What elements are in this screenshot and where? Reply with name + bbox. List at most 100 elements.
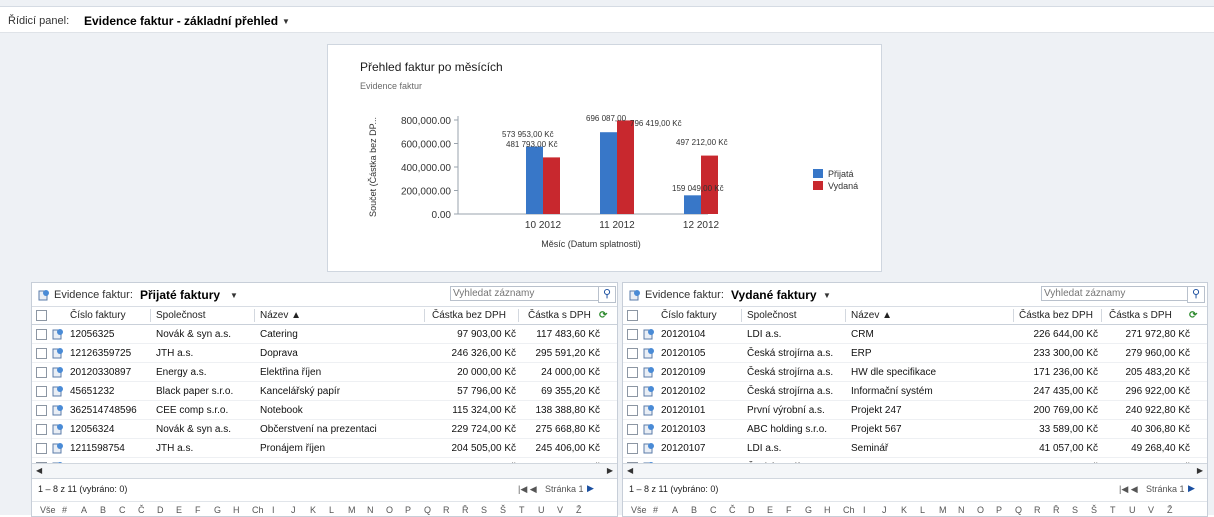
record-icon[interactable] bbox=[643, 328, 655, 340]
col-name[interactable]: Název ▲ bbox=[260, 310, 301, 321]
record-icon[interactable] bbox=[52, 347, 64, 359]
scroll-right-icon[interactable]: ▶ bbox=[1197, 466, 1203, 475]
row-checkbox[interactable] bbox=[627, 405, 638, 416]
table-row[interactable]: 20120330897 Energy a.s. Elektřina říjen 20 … bbox=[32, 363, 617, 382]
select-all-checkbox[interactable] bbox=[627, 310, 638, 321]
scroll-left-icon[interactable]: ◀ bbox=[36, 466, 42, 475]
alpha-filter-item[interactable]: Q bbox=[1015, 505, 1022, 515]
search-icon[interactable]: ⚲ bbox=[598, 286, 616, 303]
table-row[interactable]: 20120101 První výrobní a.s. Projekt 247 200… bbox=[623, 401, 1207, 420]
chevron-down-icon[interactable]: ▼ bbox=[230, 291, 238, 300]
view-name[interactable]: Přijaté faktury bbox=[140, 288, 220, 302]
table-row[interactable]: 20120103 ABC holding s.r.o. Projekt 567 33 … bbox=[623, 420, 1207, 439]
alpha-filter-item[interactable]: Ž bbox=[576, 505, 582, 515]
record-icon[interactable] bbox=[643, 366, 655, 378]
table-row[interactable]: 12056324 Novák & syn a.s. Občerstvení na p… bbox=[32, 420, 617, 439]
table-row[interactable]: 20120104 LDI a.s. CRM 226 644,00 Kč 271 972,… bbox=[623, 325, 1207, 344]
alpha-filter-item[interactable]: P bbox=[405, 505, 411, 515]
alpha-filter-item[interactable]: Ch bbox=[252, 505, 264, 515]
row-checkbox[interactable] bbox=[36, 443, 47, 454]
alpha-filter-item[interactable]: O bbox=[386, 505, 393, 515]
alpha-filter-item[interactable]: G bbox=[805, 505, 812, 515]
alpha-filter-item[interactable]: S bbox=[481, 505, 487, 515]
alpha-filter-item[interactable]: Ř bbox=[1053, 505, 1060, 515]
scroll-right-icon[interactable]: ▶ bbox=[607, 466, 613, 475]
search-icon[interactable]: ⚲ bbox=[1187, 286, 1205, 303]
chevron-down-icon[interactable]: ▼ bbox=[282, 17, 290, 26]
col-amount-gross[interactable]: Částka s DPH bbox=[528, 310, 591, 321]
alpha-filter-item[interactable]: D bbox=[157, 505, 164, 515]
alpha-filter-item[interactable]: V bbox=[557, 505, 563, 515]
row-checkbox[interactable] bbox=[627, 386, 638, 397]
record-icon[interactable] bbox=[52, 385, 64, 397]
record-icon[interactable] bbox=[643, 423, 655, 435]
alpha-filter-item[interactable]: Š bbox=[500, 505, 506, 515]
alpha-filter-item[interactable]: K bbox=[901, 505, 907, 515]
alpha-filter-item[interactable]: P bbox=[996, 505, 1002, 515]
alpha-filter-item[interactable]: I bbox=[863, 505, 866, 515]
alpha-filter-item[interactable]: F bbox=[195, 505, 201, 515]
record-icon[interactable] bbox=[52, 442, 64, 454]
view-name[interactable]: Vydané faktury bbox=[731, 288, 817, 302]
alpha-filter-item[interactable]: Š bbox=[1091, 505, 1097, 515]
alpha-filter-item[interactable]: C bbox=[710, 505, 717, 515]
table-row[interactable]: 12056325 Novák & syn a.s. Catering 97 903,0… bbox=[32, 325, 617, 344]
table-row[interactable]: 12126359725 JTH a.s. Doprava 246 326,00 Kč 2… bbox=[32, 344, 617, 363]
col-invoice-number[interactable]: Číslo faktury bbox=[661, 310, 717, 321]
record-icon[interactable] bbox=[52, 404, 64, 416]
alpha-filter-item[interactable]: Č bbox=[138, 505, 145, 515]
col-invoice-number[interactable]: Číslo faktury bbox=[70, 310, 126, 321]
alpha-filter-item[interactable]: R bbox=[1034, 505, 1041, 515]
row-checkbox[interactable] bbox=[627, 329, 638, 340]
alpha-filter-item[interactable]: E bbox=[767, 505, 773, 515]
refresh-icon[interactable]: ⟳ bbox=[599, 310, 607, 321]
table-row[interactable]: 20120102 Česká strojírna a.s. Informační s… bbox=[623, 382, 1207, 401]
alpha-filter-item[interactable]: L bbox=[329, 505, 334, 515]
horizontal-scrollbar[interactable]: ◀ ▶ bbox=[32, 463, 617, 479]
row-checkbox[interactable] bbox=[627, 367, 638, 378]
horizontal-scrollbar[interactable]: ◀ ▶ bbox=[623, 463, 1207, 479]
select-all-checkbox[interactable] bbox=[36, 310, 47, 321]
row-checkbox[interactable] bbox=[627, 424, 638, 435]
row-checkbox[interactable] bbox=[36, 386, 47, 397]
alpha-filter-item[interactable]: # bbox=[62, 505, 67, 515]
dashboard-title[interactable]: Evidence faktur - základní přehled bbox=[84, 14, 278, 28]
table-row[interactable]: 362514748596 CEE comp s.r.o. Notebook 115 3… bbox=[32, 401, 617, 420]
next-page-icon[interactable]: ▶ bbox=[1188, 483, 1195, 494]
record-icon[interactable] bbox=[52, 423, 64, 435]
col-company[interactable]: Společnost bbox=[156, 310, 205, 321]
alpha-filter-item[interactable]: K bbox=[310, 505, 316, 515]
alpha-filter-item[interactable]: R bbox=[443, 505, 450, 515]
alpha-filter-item[interactable]: Č bbox=[729, 505, 736, 515]
row-checkbox[interactable] bbox=[36, 405, 47, 416]
row-checkbox[interactable] bbox=[36, 329, 47, 340]
table-row[interactable]: 45651232 Black paper s.r.o. Kancelářský pa… bbox=[32, 382, 617, 401]
search-input[interactable] bbox=[450, 286, 600, 301]
row-checkbox[interactable] bbox=[627, 348, 638, 359]
record-icon[interactable] bbox=[643, 442, 655, 454]
alpha-filter-item[interactable]: D bbox=[748, 505, 755, 515]
row-checkbox[interactable] bbox=[627, 443, 638, 454]
alpha-filter-item[interactable]: Ch bbox=[843, 505, 855, 515]
alpha-filter-item[interactable]: O bbox=[977, 505, 984, 515]
row-checkbox[interactable] bbox=[36, 424, 47, 435]
alpha-filter-item[interactable]: Q bbox=[424, 505, 431, 515]
record-icon[interactable] bbox=[52, 328, 64, 340]
alpha-filter-item[interactable]: Ř bbox=[462, 505, 469, 515]
col-amount-net[interactable]: Částka bez DPH bbox=[1019, 310, 1093, 321]
search-input[interactable] bbox=[1041, 286, 1191, 301]
alpha-filter-item[interactable]: A bbox=[672, 505, 678, 515]
chevron-down-icon[interactable]: ▼ bbox=[823, 291, 831, 300]
record-icon[interactable] bbox=[643, 385, 655, 397]
alpha-filter-item[interactable]: J bbox=[882, 505, 887, 515]
alpha-filter-item[interactable]: A bbox=[81, 505, 87, 515]
col-name[interactable]: Název ▲ bbox=[851, 310, 892, 321]
record-icon[interactable] bbox=[643, 347, 655, 359]
alpha-filter-item[interactable]: H bbox=[233, 505, 240, 515]
alpha-filter-item[interactable]: U bbox=[1129, 505, 1136, 515]
alpha-filter-item[interactable]: V bbox=[1148, 505, 1154, 515]
col-company[interactable]: Společnost bbox=[747, 310, 796, 321]
alpha-filter-item[interactable]: B bbox=[691, 505, 697, 515]
alpha-filter-item[interactable]: E bbox=[176, 505, 182, 515]
refresh-icon[interactable]: ⟳ bbox=[1189, 310, 1197, 321]
